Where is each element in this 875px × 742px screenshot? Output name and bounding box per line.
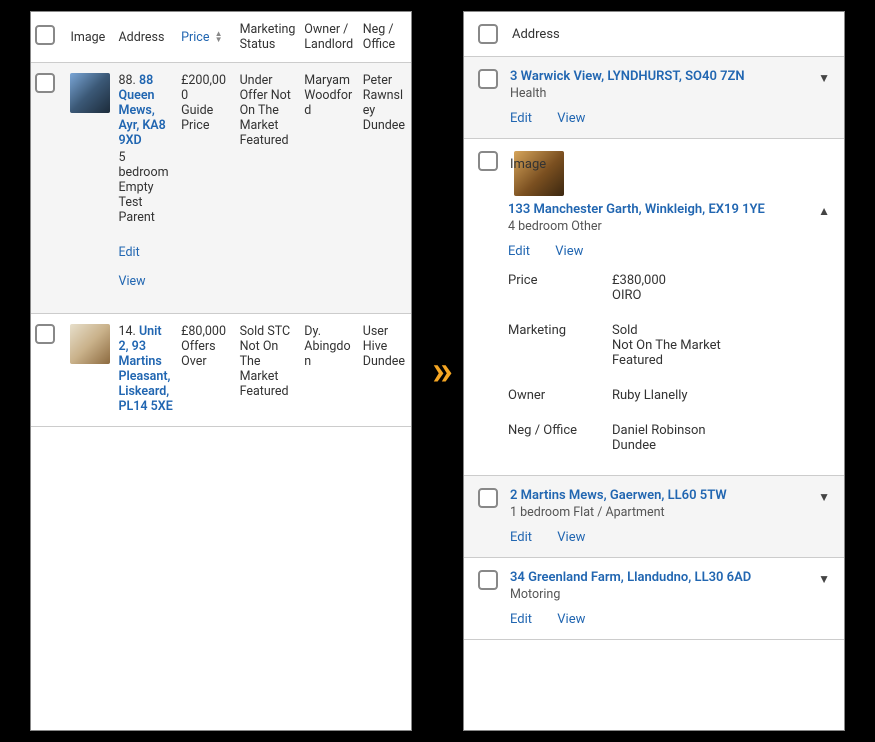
row-checkbox[interactable] [478,488,498,508]
property-summary: 4 bedroom Other [508,219,808,234]
edit-link[interactable]: Edit [510,612,532,627]
view-link[interactable]: View [557,530,585,545]
property-card: 34 Greenland Farm, Llandudno, LL30 6AD M… [464,558,844,640]
select-all-checkbox[interactable] [35,25,55,45]
detail-label: Marketing [508,323,612,368]
row-checkbox[interactable] [478,69,498,89]
details-block: Price£380,000OIRO MarketingSoldNot On Th… [508,263,808,463]
property-address-link[interactable]: 3 Warwick View, LYNDHURST, SO40 7ZN [510,69,745,84]
property-address-link[interactable]: 34 Greenland Farm, Llandudno, LL30 6AD [510,570,751,585]
detail-label: Neg / Office [508,423,612,453]
property-summary: Health [510,86,806,101]
marketing-status: Sold STC Not On The Market Featured [236,314,301,427]
detail-value: £380,000OIRO [612,273,808,303]
edit-link[interactable]: Edit [119,245,174,260]
property-card: Image 133 Manchester Garth, Winkleigh, E… [464,139,844,476]
col-marketing: Marketing Status [236,12,301,63]
properties-table: Image Address Price ▲▼ Marketing Status … [31,12,411,427]
owner-name: Maryam Woodford [300,63,358,314]
price-qualifier: Offers Over [181,339,231,369]
row-checkbox[interactable] [478,570,498,590]
neg-office: User Hive Dundee [359,314,411,427]
row-checkbox[interactable] [478,151,498,171]
property-card: 2 Martins Mews, Gaerwen, LL60 5TW 1 bedr… [464,476,844,558]
left-panel: Image Address Price ▲▼ Marketing Status … [30,11,412,731]
table-row: 14. Unit 2, 93 Martins Pleasant, Liskear… [31,314,411,427]
property-summary: Motoring [510,587,806,602]
view-link[interactable]: View [119,274,174,289]
owner-name: Dy. Abingdon [300,314,358,427]
col-owner: Owner / Landlord [300,12,358,63]
transition-arrow-icon: » [432,353,443,389]
detail-value: Daniel RobinsonDundee [612,423,808,453]
property-address-link[interactable]: 2 Martins Mews, Gaerwen, LL60 5TW [510,488,727,503]
marketing-status: Under Offer Not On The Market Featured [236,63,301,314]
edit-link[interactable]: Edit [508,244,530,259]
property-summary: 5 bedroom Empty Test Parent [119,150,174,225]
edit-link[interactable]: Edit [510,111,532,126]
table-header-row: Image Address Price ▲▼ Marketing Status … [31,12,411,63]
detail-value: Ruby Llanelly [612,388,808,403]
detail-label: Owner [508,388,612,403]
chevron-down-icon[interactable]: ▼ [818,488,830,504]
property-thumbnail[interactable] [70,324,110,364]
chevron-down-icon[interactable]: ▼ [818,570,830,586]
price-value: £80,000 [181,324,231,339]
price-value: £200,000 [181,73,231,103]
table-row: 88. 88 Queen Mews, Ayr, KA8 9XD 5 bedroo… [31,63,411,314]
view-link[interactable]: View [557,111,585,126]
property-thumbnail[interactable] [70,73,110,113]
view-link[interactable]: View [557,612,585,627]
property-card: 3 Warwick View, LYNDHURST, SO40 7ZN Heal… [464,57,844,139]
sort-icon: ▲▼ [215,31,223,43]
detail-label: Price [508,273,612,303]
chevron-down-icon[interactable]: ▼ [818,69,830,85]
image-label: Image [510,157,546,172]
col-address: Address [115,12,178,63]
row-checkbox[interactable] [35,324,55,344]
price-qualifier: Guide Price [181,103,231,133]
property-address-link[interactable]: 133 Manchester Garth, Winkleigh, EX19 1Y… [508,202,765,217]
edit-link[interactable]: Edit [510,530,532,545]
property-summary: 1 bedroom Flat / Apartment [510,505,806,520]
view-link[interactable]: View [555,244,583,259]
col-neg: Neg / Office [359,12,411,63]
chevron-up-icon[interactable]: ▲ [818,202,830,218]
select-all-checkbox[interactable] [478,24,498,44]
col-image: Image [66,12,114,63]
row-checkbox[interactable] [35,73,55,93]
col-price[interactable]: Price ▲▼ [177,12,235,63]
header-label: Address [512,27,560,42]
right-panel: Address 3 Warwick View, LYNDHURST, SO40 … [463,11,845,731]
neg-office: Peter Rawnsley Dundee [359,63,411,314]
right-header: Address [464,12,844,57]
detail-value: SoldNot On The MarketFeatured [612,323,808,368]
